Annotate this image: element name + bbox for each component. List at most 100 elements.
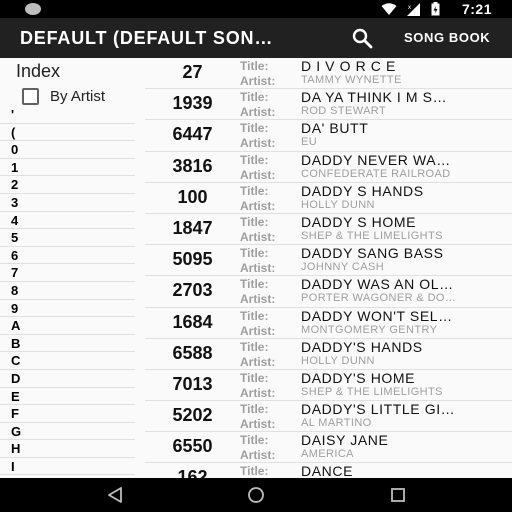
- index-letter[interactable]: B: [0, 335, 135, 353]
- svg-text:x: x: [408, 5, 411, 11]
- song-title: DADDY'S HOME: [301, 369, 416, 386]
- artist-label: Artist:: [240, 417, 276, 432]
- song-artist: AL MARTINO: [301, 417, 372, 430]
- index-sidebar: Index By Artist '(0 1 2 3 4 5 6 7 8 9 A B C D E F G H I: [0, 58, 144, 478]
- artist-label: Artist:: [240, 74, 276, 88]
- search-icon[interactable]: [351, 27, 375, 49]
- title-label: Title:: [240, 183, 269, 198]
- home-icon[interactable]: [246, 485, 266, 505]
- song-row[interactable]: 27 Title: D I V O R C E Artist: TAMMY WYNETT…: [145, 58, 512, 90]
- song-artist: HOLLY DUNN: [301, 354, 375, 367]
- signal-icon: x: [407, 2, 420, 16]
- song-number: 162: [177, 467, 208, 478]
- title-label: Title:: [240, 402, 269, 417]
- index-letter-list: '(0 1 2 3 4 5 6 7 8 9 A B C D E F G H I: [0, 106, 135, 476]
- title-label: Title:: [240, 277, 269, 292]
- artist-label: Artist:: [240, 261, 276, 276]
- song-row[interactable]: 100 Title: DADDY S HANDS Artist: HOLLY DUNN: [145, 183, 512, 214]
- index-letter[interactable]: (: [0, 124, 135, 142]
- status-icons: x: [381, 2, 440, 16]
- song-book-button[interactable]: SONG BOOK: [404, 30, 490, 45]
- song-title: DAISY JANE: [301, 432, 389, 449]
- song-title: D I V O R C E: [301, 58, 396, 74]
- song-row[interactable]: 2703 Title: DADDY WAS AN OL… Artist: PORTER …: [145, 276, 512, 308]
- back-icon[interactable]: [106, 485, 126, 505]
- status-bar: x 7:21: [0, 0, 512, 18]
- song-title: DADDY NEVER WA…: [301, 151, 451, 168]
- index-letter[interactable]: 1: [0, 159, 135, 177]
- song-title: DADDY'S LITTLE GI…: [301, 401, 456, 418]
- song-row[interactable]: 3816 Title: DADDY NEVER WA… Artist: CONFEDER…: [145, 152, 512, 183]
- index-letter[interactable]: ': [0, 106, 135, 124]
- index-letter[interactable]: 4: [0, 212, 135, 230]
- song-number: 1847: [172, 217, 213, 238]
- song-artist: JOHNNY CASH: [301, 261, 385, 274]
- song-artist: SHEP & THE LIMELIGHTS: [301, 385, 443, 398]
- song-artist: MONTGOMERY GENTRY: [301, 323, 438, 336]
- index-letter[interactable]: C: [0, 352, 135, 370]
- index-letter[interactable]: F: [0, 405, 135, 423]
- status-time: 7:21: [461, 1, 492, 17]
- song-number: 3816: [172, 155, 213, 176]
- artist-label: Artist:: [240, 105, 276, 120]
- title-label: Title:: [240, 59, 269, 73]
- song-artist: AMERICA: [301, 448, 354, 461]
- index-letter[interactable]: 2: [0, 176, 135, 194]
- song-title: DADDY S HOME: [301, 213, 417, 230]
- by-artist-checkbox[interactable]: [22, 88, 39, 105]
- song-row[interactable]: 6550 Title: DAISY JANE Artist: AMERICA: [145, 432, 512, 464]
- index-letter[interactable]: 3: [0, 194, 135, 212]
- navigation-bar: [0, 478, 512, 512]
- index-letter[interactable]: D: [0, 370, 135, 388]
- wifi-icon: [381, 2, 397, 15]
- index-letter[interactable]: A: [0, 317, 135, 335]
- index-letter[interactable]: E: [0, 388, 135, 406]
- title-label: Title:: [240, 339, 269, 354]
- song-artist: EU: [301, 136, 318, 149]
- by-artist-toggle[interactable]: By Artist: [22, 88, 105, 105]
- song-row[interactable]: 162Title:DANCEArtist:: [145, 463, 512, 478]
- app-title: DEFAULT (DEFAULT SON…: [20, 28, 274, 48]
- song-artist: TAMMY WYNETTE: [301, 74, 402, 86]
- song-row[interactable]: 1847 Title: DADDY S HOME Artist: SHEP & THE …: [145, 213, 512, 246]
- song-row[interactable]: 5202 Title: DADDY'S LITTLE GI… Artist: AL MA…: [145, 401, 512, 433]
- index-letter[interactable]: H: [0, 440, 135, 458]
- index-letter[interactable]: G: [0, 423, 135, 441]
- artist-label: Artist:: [240, 323, 276, 338]
- song-number: 6550: [172, 436, 213, 457]
- song-row[interactable]: 5095 Title: DADDY SANG BASS Artist: JOHNNY C…: [145, 245, 512, 277]
- app-bar: DEFAULT (DEFAULT SON… SONG BOOK: [0, 18, 512, 58]
- song-artist: SHEP & THE LIMELIGHTS: [301, 229, 443, 242]
- index-letter[interactable]: I: [0, 458, 135, 476]
- song-title: DA YA THINK I M S…: [301, 89, 448, 106]
- index-letter[interactable]: 6: [0, 247, 135, 265]
- artist-label: Artist:: [240, 136, 276, 151]
- battery-icon: [431, 2, 440, 16]
- index-letter[interactable]: 9: [0, 300, 135, 318]
- song-row[interactable]: 6588 Title: DADDY'S HANDS Artist: HOLLY DUNN: [145, 339, 512, 370]
- song-number: 5095: [172, 249, 213, 270]
- notification-icon: [25, 3, 41, 15]
- song-row[interactable]: 7013 Title: DADDY'S HOME Artist: SHEP & THE …: [145, 369, 512, 402]
- recents-icon[interactable]: [388, 485, 408, 505]
- index-letter[interactable]: 8: [0, 282, 135, 300]
- song-title: DADDY'S HANDS: [301, 338, 423, 355]
- artist-label: Artist:: [240, 292, 276, 307]
- song-artist: PORTER WAGONER & DO…: [301, 292, 457, 305]
- title-label: Title:: [240, 370, 269, 385]
- song-row[interactable]: 1939 Title: DA YA THINK I M S… Artist: ROD S…: [145, 89, 512, 121]
- title-label: Title:: [240, 152, 269, 167]
- song-title: DADDY WAS AN OL…: [301, 276, 454, 293]
- song-number: 100: [177, 186, 208, 207]
- artist-label: Artist:: [240, 385, 276, 400]
- song-row[interactable]: 6447 Title: DA' BUTT Artist: EU: [145, 120, 512, 152]
- title-label: Title:: [240, 464, 269, 478]
- index-letter[interactable]: 7: [0, 264, 135, 282]
- song-list: 27 Title: D I V O R C E Artist: TAMMY WYNETT…: [145, 58, 512, 478]
- song-row[interactable]: 1684 Title: DADDY WON'T SEL… Artist: MONTGOM…: [145, 308, 512, 339]
- index-letter[interactable]: 0: [0, 141, 135, 159]
- song-number: 5202: [172, 405, 213, 426]
- title-label: Title:: [240, 90, 269, 105]
- index-letter[interactable]: 5: [0, 229, 135, 247]
- song-number: 27: [182, 62, 203, 82]
